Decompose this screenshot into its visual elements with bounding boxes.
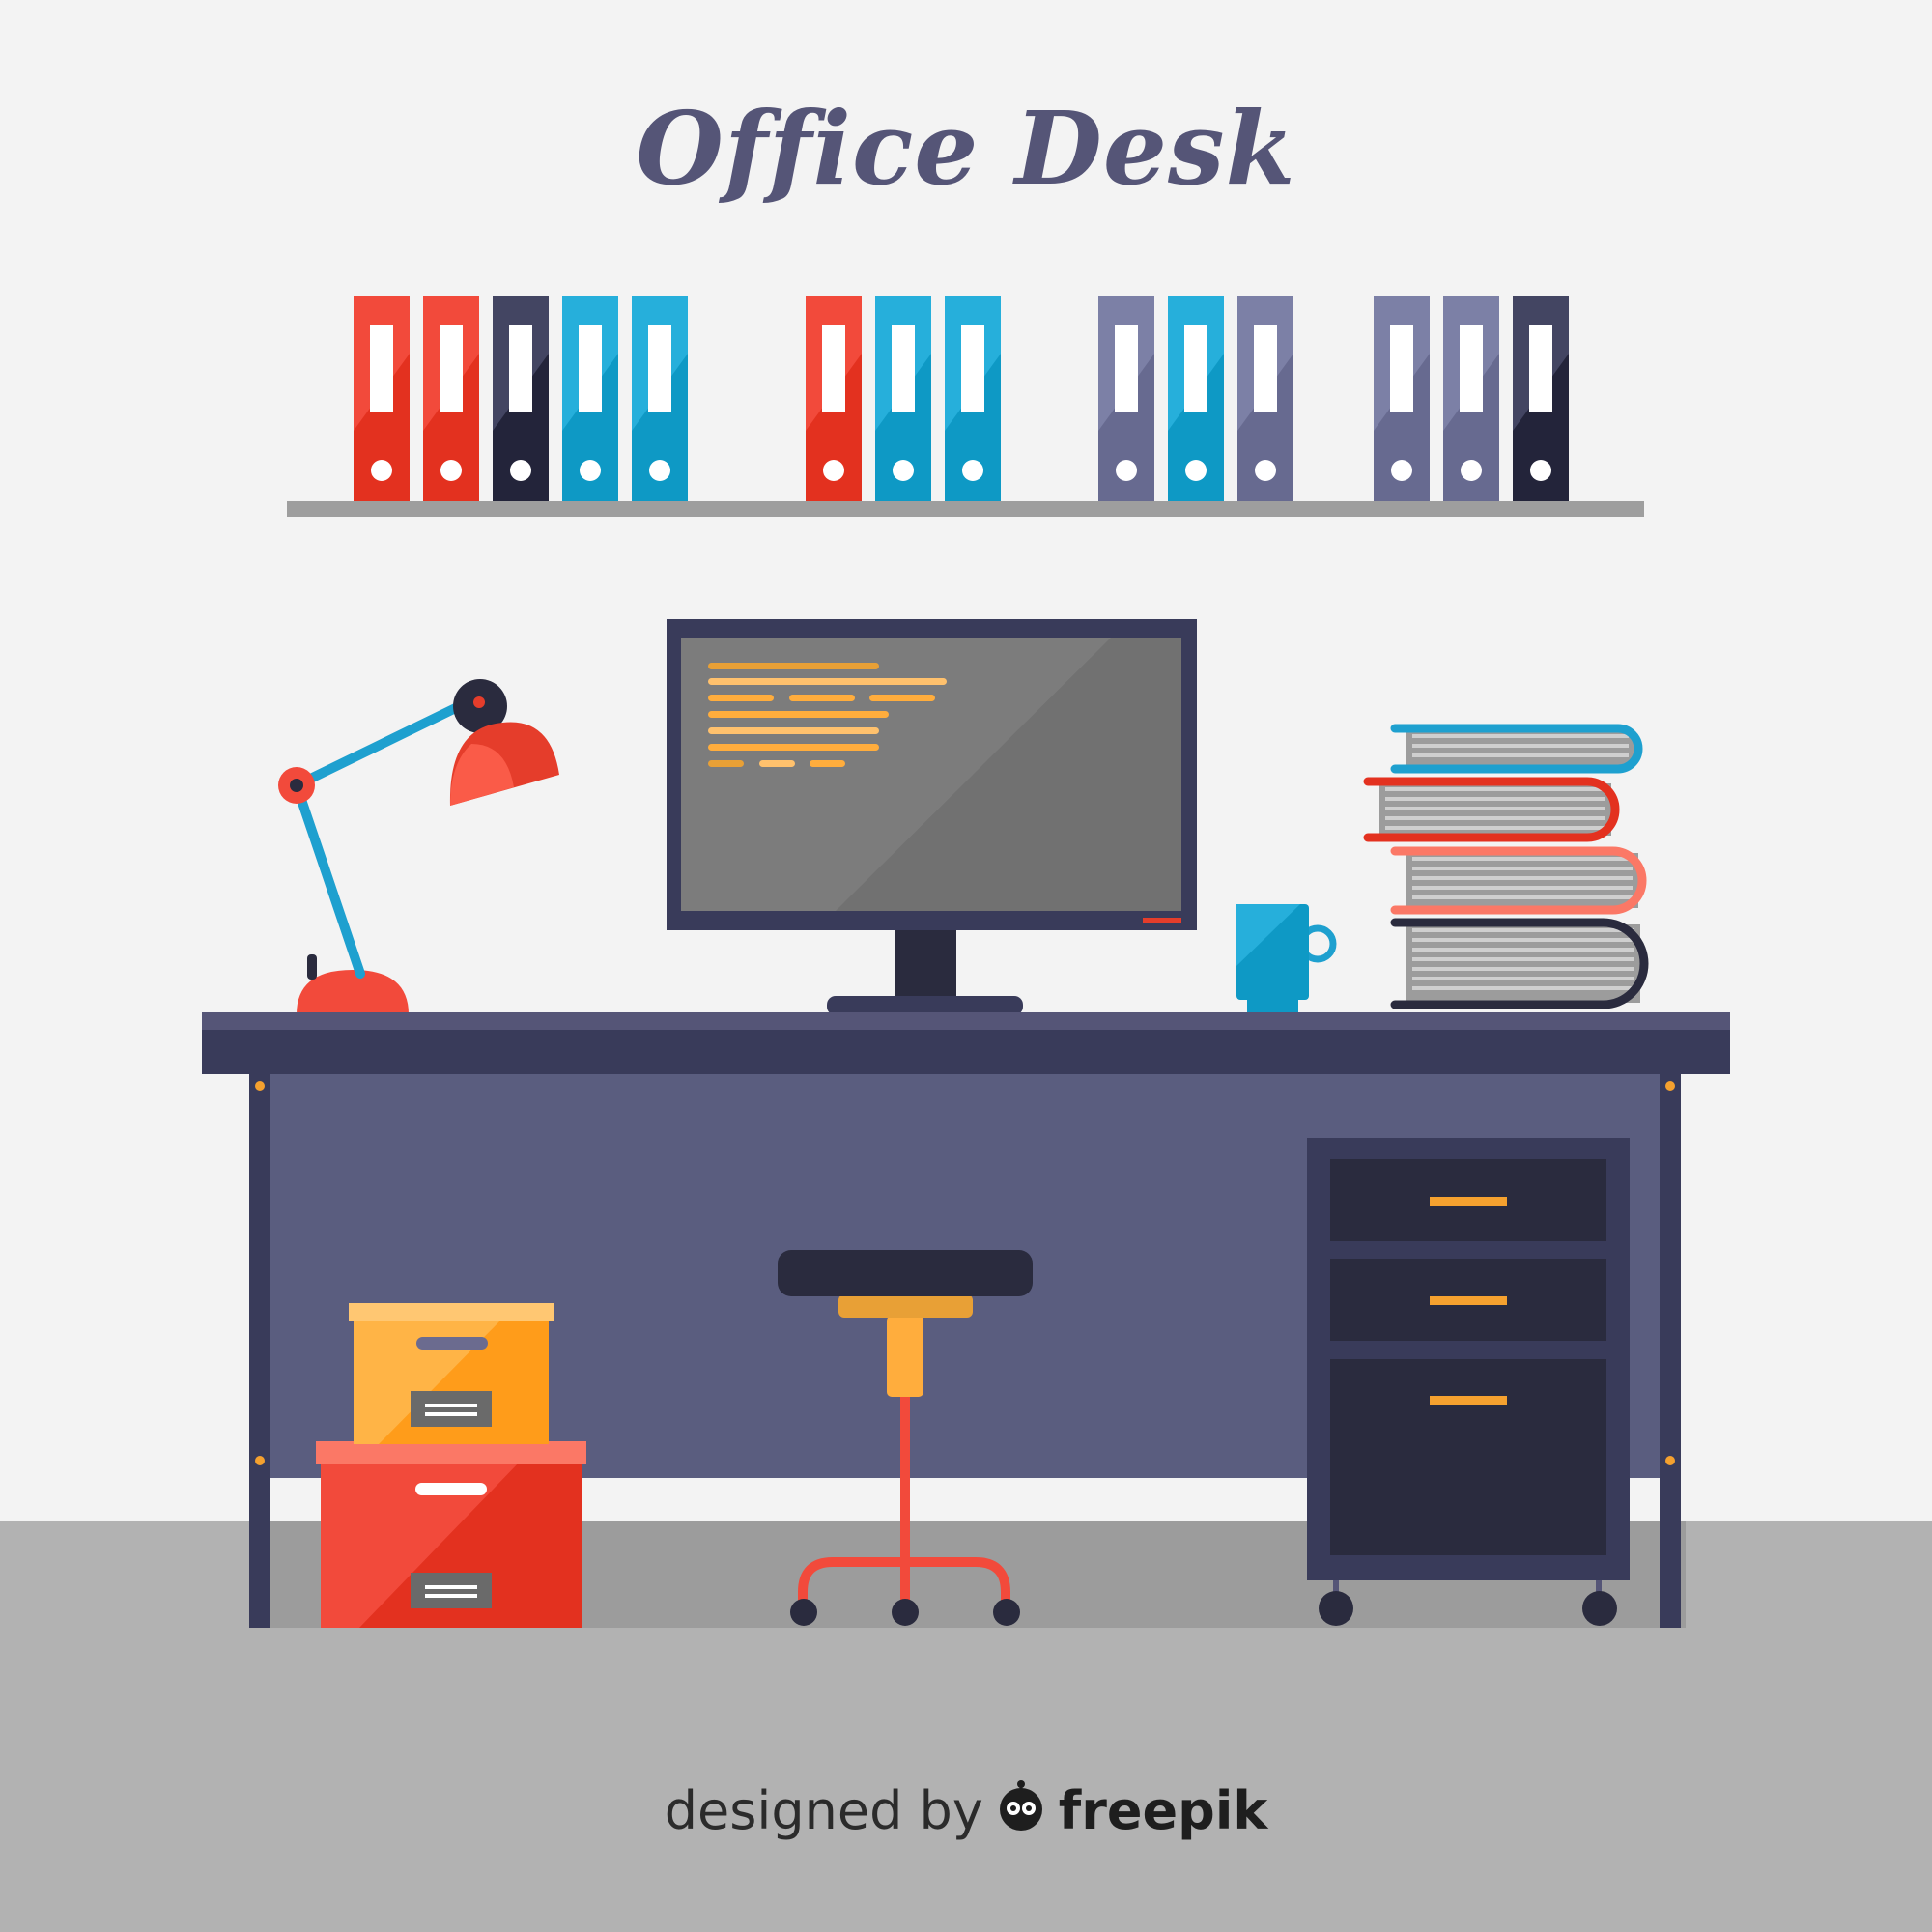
box-top-label <box>411 1391 492 1427</box>
desk-right-leg <box>1660 1072 1681 1628</box>
page-title: Office Desk <box>636 89 1296 208</box>
stool-collar <box>838 1294 973 1318</box>
binder <box>493 296 549 501</box>
book-stack <box>1363 724 1649 1009</box>
binder <box>1237 296 1293 501</box>
freepik-logo-icon <box>993 1778 1049 1851</box>
stool-caster <box>993 1599 1020 1626</box>
binder <box>875 296 931 501</box>
storage-boxes <box>316 1303 586 1628</box>
binder-row <box>354 296 1569 501</box>
stool-seat <box>778 1250 1033 1296</box>
box-top-handle <box>416 1337 488 1350</box>
office-desk-illustration: Office Desk designed by freepik <box>0 0 1932 1932</box>
binder <box>423 296 479 501</box>
monitor-neck <box>895 930 956 998</box>
drawer-handle <box>1430 1197 1507 1206</box>
box-bottom-label <box>411 1573 492 1608</box>
credit-line: designed by freepik <box>580 1777 1352 1851</box>
power-led <box>1143 918 1181 923</box>
wall-shelf <box>287 501 1644 517</box>
box-top-lid <box>349 1303 554 1321</box>
book <box>1390 918 1649 1009</box>
drawer-handle <box>1430 1296 1507 1305</box>
box-bottom-lid <box>316 1441 586 1464</box>
desk-left-leg <box>249 1072 270 1628</box>
binder <box>1098 296 1154 501</box>
stool-caster <box>892 1599 919 1626</box>
desk-top <box>202 1012 1730 1030</box>
binder <box>945 296 1001 501</box>
lamp-switch <box>307 954 317 980</box>
mug-base <box>1247 997 1298 1014</box>
binder <box>1374 296 1430 501</box>
office-scene <box>0 0 1932 1932</box>
credit-brand: freepik <box>1058 1780 1268 1841</box>
binder <box>1513 296 1569 501</box>
binder <box>632 296 688 501</box>
binder <box>806 296 862 501</box>
binder <box>1168 296 1224 501</box>
box-bottom-handle <box>415 1483 487 1495</box>
desk-apron <box>202 1030 1730 1074</box>
binder <box>1443 296 1499 501</box>
book <box>1390 724 1643 774</box>
binder <box>562 296 618 501</box>
book <box>1390 846 1647 915</box>
binder <box>354 296 410 501</box>
drawer-handle <box>1430 1396 1507 1405</box>
stool-column <box>887 1316 923 1397</box>
lamp-head-dot <box>473 696 485 708</box>
book <box>1363 777 1620 842</box>
cabinet-wheel <box>1582 1591 1617 1626</box>
cabinet-wheel <box>1319 1591 1353 1626</box>
lamp-joint-pin <box>290 779 303 792</box>
stool-caster <box>790 1599 817 1626</box>
credit-prefix: designed by <box>664 1780 983 1841</box>
drawer-bottom <box>1330 1359 1606 1555</box>
drawer-cabinet <box>1307 1138 1630 1626</box>
